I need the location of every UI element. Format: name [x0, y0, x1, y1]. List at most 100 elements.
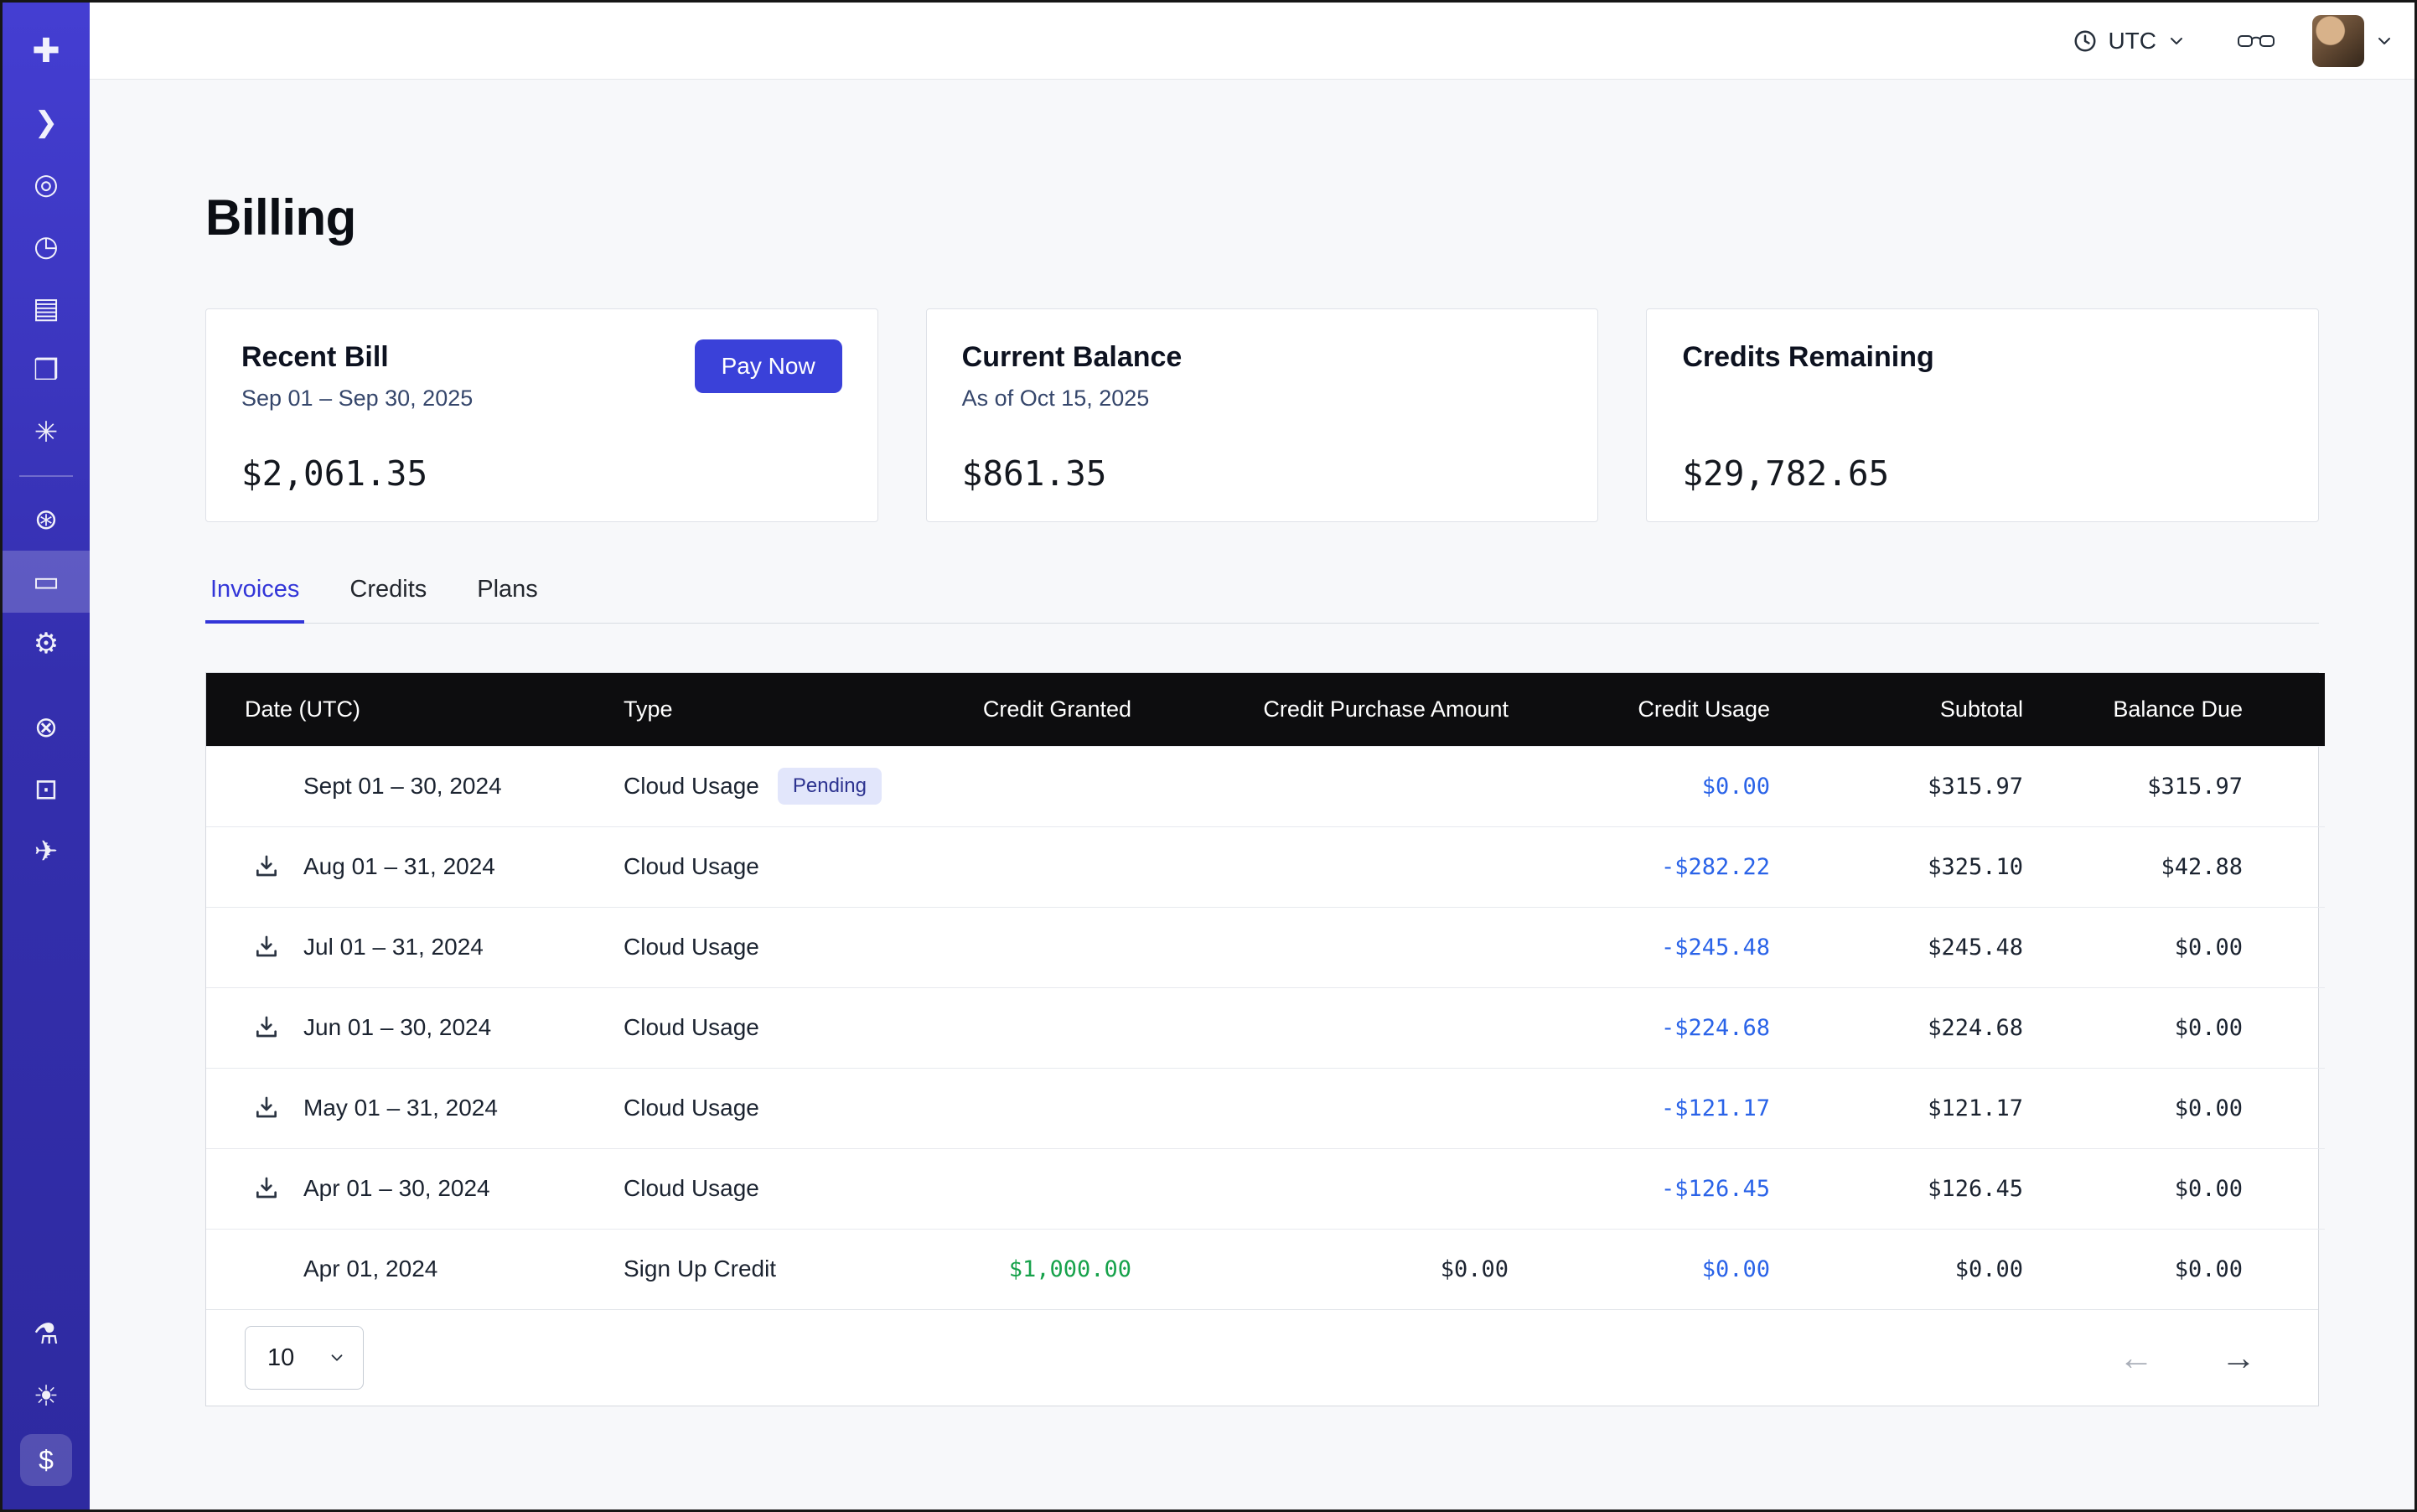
- gear-icon[interactable]: ⚙: [3, 613, 90, 675]
- header-credit-granted: Credit Granted: [964, 673, 1140, 746]
- invoice-date: Apr 01, 2024: [303, 1256, 437, 1282]
- sparkle-icon[interactable]: ✳: [3, 401, 90, 463]
- balance-due-value: $42.88: [2031, 826, 2325, 907]
- page-size-value: 10: [267, 1344, 294, 1372]
- invoice-row: Jul 01 – 31, 2024 Cloud Usage -$245.48 $…: [206, 907, 2325, 987]
- credit-usage-value: -$126.45: [1517, 1148, 1778, 1229]
- credit-purchase-value: $0.00: [1140, 1229, 1517, 1309]
- invoice-date: May 01 – 31, 2024: [303, 1095, 498, 1121]
- main-content: Billing Recent Bill Sep 01 – Sep 30, 202…: [90, 80, 2414, 1509]
- balance-due-value: $0.00: [2031, 907, 2325, 987]
- credit-granted-value: [964, 826, 1140, 907]
- credit-granted-value: [964, 907, 1140, 987]
- topbar: UTC: [90, 3, 2414, 80]
- table-header-row: Date (UTC) Type Credit Granted Credit Pu…: [206, 673, 2325, 746]
- credit-granted-value: [964, 746, 1140, 826]
- invoice-type: Cloud Usage: [624, 826, 964, 907]
- header-date: Date (UTC): [206, 673, 624, 746]
- subtotal-value: $121.17: [1778, 1068, 2031, 1148]
- credit-purchase-value: [1140, 826, 1517, 907]
- page-size-select[interactable]: 10: [245, 1326, 364, 1390]
- tab-invoices[interactable]: Invoices: [205, 576, 304, 624]
- sidebar-item-billing[interactable]: ▭: [3, 551, 90, 613]
- header-credit-purchase: Credit Purchase Amount: [1140, 673, 1517, 746]
- subtotal-value: $245.48: [1778, 907, 2031, 987]
- user-menu[interactable]: [2312, 15, 2394, 67]
- layers-icon[interactable]: ▤: [3, 277, 90, 339]
- globe-icon[interactable]: ⊛: [3, 489, 90, 551]
- credit-usage-value: -$224.68: [1517, 987, 1778, 1068]
- console-icon[interactable]: ⊡: [3, 759, 90, 821]
- invoice-type: Sign Up Credit: [624, 1229, 964, 1309]
- download-invoice-button[interactable]: [253, 1175, 280, 1202]
- glasses-icon: [2237, 29, 2275, 53]
- credit-usage-value: $0.00: [1517, 1229, 1778, 1309]
- expand-sidebar-icon[interactable]: ❯: [3, 91, 90, 153]
- invoice-type: Cloud Usage: [624, 1068, 964, 1148]
- header-credit-usage: Credit Usage: [1517, 673, 1778, 746]
- invoice-type: Cloud Usage: [624, 987, 964, 1068]
- credit-usage-value: -$245.48: [1517, 907, 1778, 987]
- balance-due-value: $0.00: [2031, 987, 2325, 1068]
- invoice-row: Apr 01, 2024 Sign Up Credit $1,000.00 $0…: [206, 1229, 2325, 1309]
- credit-usage-value: $0.00: [1517, 746, 1778, 826]
- invoice-date: Aug 01 – 31, 2024: [303, 853, 495, 880]
- recent-bill-card: Recent Bill Sep 01 – Sep 30, 2025 $2,061…: [205, 308, 878, 522]
- subtotal-value: $325.10: [1778, 826, 2031, 907]
- incognito-glasses-button[interactable]: [2237, 29, 2275, 53]
- next-page-arrow-icon[interactable]: →: [2221, 1340, 2256, 1375]
- invoice-date-cell: Sept 01 – 30, 2024: [206, 746, 624, 826]
- download-invoice-button[interactable]: [253, 1014, 280, 1041]
- help-circle-icon[interactable]: ⊗: [3, 696, 90, 759]
- flask-icon[interactable]: ⚗: [3, 1303, 90, 1365]
- invoice-type: Cloud Usage: [624, 773, 759, 800]
- credit-purchase-value: [1140, 1068, 1517, 1148]
- invoice-row: Jun 01 – 30, 2024 Cloud Usage -$224.68 $…: [206, 987, 2325, 1068]
- credit-granted-value: [964, 1068, 1140, 1148]
- timezone-selector[interactable]: UTC: [2073, 28, 2187, 54]
- rocket-icon[interactable]: ✈: [3, 821, 90, 883]
- pay-now-button[interactable]: Pay Now: [695, 339, 842, 393]
- avatar[interactable]: [2312, 15, 2364, 67]
- prev-page-arrow-icon[interactable]: ←: [2119, 1340, 2154, 1375]
- download-invoice-button[interactable]: [253, 934, 280, 961]
- subtotal-value: $224.68: [1778, 987, 2031, 1068]
- invoice-row: Apr 01 – 30, 2024 Cloud Usage -$126.45 $…: [206, 1148, 2325, 1229]
- card-title: Current Balance: [962, 341, 1563, 374]
- download-invoice-button[interactable]: [253, 1095, 280, 1121]
- invoice-date: Sept 01 – 30, 2024: [303, 773, 502, 800]
- invoice-row: Aug 01 – 31, 2024 Cloud Usage -$282.22 $…: [206, 826, 2325, 907]
- download-invoice-button[interactable]: [253, 853, 280, 880]
- invoice-date: Apr 01 – 30, 2024: [303, 1175, 490, 1202]
- pager: ← →: [2119, 1340, 2256, 1375]
- credit-granted-value: [964, 1148, 1140, 1229]
- credit-purchase-value: [1140, 1148, 1517, 1229]
- invoice-date-cell: Apr 01 – 30, 2024: [206, 1148, 624, 1229]
- credits-remaining-amount: $29,782.65: [1682, 453, 1889, 494]
- subtotal-value: $0.00: [1778, 1229, 2031, 1309]
- timezone-label: UTC: [2108, 28, 2156, 54]
- subtotal-value: $315.97: [1778, 746, 2031, 826]
- clock-icon: [2073, 28, 2098, 54]
- tab-credits[interactable]: Credits: [344, 576, 432, 624]
- recent-bill-amount: $2,061.35: [241, 453, 427, 494]
- header-balance-due: Balance Due: [2031, 673, 2325, 746]
- credit-granted-value: $1,000.00: [964, 1229, 1140, 1309]
- status-badge: Pending: [778, 768, 882, 805]
- tab-plans[interactable]: Plans: [472, 576, 543, 624]
- table-footer: 10 ← →: [206, 1309, 2318, 1406]
- app-logo-icon[interactable]: ✚: [3, 11, 90, 91]
- radar-icon[interactable]: ◎: [3, 153, 90, 215]
- invoice-date-cell: Jun 01 – 30, 2024: [206, 987, 624, 1068]
- credits-dollar-icon[interactable]: $: [20, 1434, 72, 1486]
- subtotal-value: $126.45: [1778, 1148, 2031, 1229]
- balance-as-of: As of Oct 15, 2025: [962, 386, 1563, 412]
- invoice-date-cell: Jul 01 – 31, 2024: [206, 907, 624, 987]
- cube-icon[interactable]: ❒: [3, 339, 90, 401]
- sun-icon[interactable]: ☀: [3, 1365, 90, 1427]
- header-subtotal: Subtotal: [1778, 673, 2031, 746]
- balance-due-value: $0.00: [2031, 1148, 2325, 1229]
- invoice-date: Jul 01 – 31, 2024: [303, 934, 484, 961]
- invoices-table: Date (UTC) Type Credit Granted Credit Pu…: [205, 672, 2319, 1406]
- timer-icon[interactable]: ◷: [3, 215, 90, 277]
